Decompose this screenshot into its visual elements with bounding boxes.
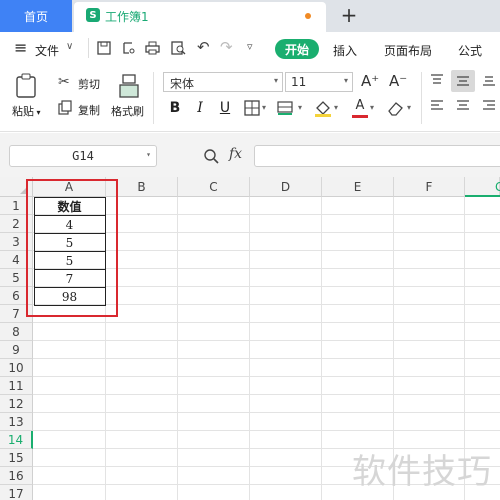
column-header-c[interactable]: C bbox=[178, 177, 250, 197]
document-name: 工作簿1 bbox=[105, 10, 149, 24]
gridline bbox=[33, 430, 500, 431]
chevron-down-icon[interactable]: ▾ bbox=[262, 103, 266, 112]
menu-file[interactable]: 文件 bbox=[35, 42, 59, 59]
underline-button[interactable]: U bbox=[215, 98, 235, 118]
print-icon[interactable] bbox=[145, 41, 160, 55]
active-column-indicator bbox=[465, 195, 500, 197]
tab-home[interactable]: 首页 bbox=[0, 0, 72, 32]
new-tab-button[interactable]: + bbox=[340, 3, 358, 27]
export-icon[interactable] bbox=[121, 41, 135, 55]
align-right-icon[interactable] bbox=[482, 100, 496, 112]
align-middle-button[interactable] bbox=[451, 70, 475, 92]
gridline bbox=[33, 376, 500, 377]
font-size-value: 11 bbox=[291, 75, 307, 89]
align-bottom-icon[interactable] bbox=[482, 74, 496, 86]
row-header[interactable]: 10 bbox=[0, 359, 33, 377]
column-header-f[interactable]: F bbox=[394, 177, 465, 197]
save-icon[interactable] bbox=[97, 41, 111, 55]
hamburger-icon[interactable]: ≡ bbox=[14, 38, 27, 57]
divider bbox=[153, 72, 154, 124]
column-header-g[interactable]: G bbox=[465, 177, 500, 197]
redo-icon[interactable]: ↷ bbox=[220, 38, 233, 56]
gridline bbox=[33, 412, 500, 413]
chevron-down-icon: ▾ bbox=[343, 76, 348, 85]
gridline bbox=[33, 340, 500, 341]
align-top-icon[interactable] bbox=[430, 74, 444, 86]
align-left-icon[interactable] bbox=[430, 100, 444, 112]
row-header[interactable]: 11 bbox=[0, 377, 33, 395]
paste-button[interactable]: 粘贴 ▾ bbox=[12, 103, 41, 119]
watermark-text: 软件技巧 bbox=[352, 452, 492, 492]
row-header[interactable]: 13 bbox=[0, 413, 33, 431]
format-painter-button[interactable]: 格式刷 bbox=[111, 103, 144, 119]
copy-icon[interactable] bbox=[58, 100, 73, 115]
highlight-annotation-rectangle bbox=[26, 179, 118, 317]
tab-page-layout[interactable]: 页面布局 bbox=[384, 42, 432, 59]
gridline bbox=[177, 197, 178, 500]
clear-format-icon[interactable] bbox=[387, 100, 405, 116]
zoom-search-icon[interactable] bbox=[203, 148, 219, 164]
chevron-down-icon[interactable]: ▾ bbox=[334, 103, 338, 112]
copy-button[interactable]: 复制 bbox=[78, 102, 100, 118]
spreadsheet-icon: S bbox=[86, 8, 100, 22]
gridline bbox=[33, 358, 500, 359]
divider bbox=[88, 38, 89, 58]
tab-insert[interactable]: 插入 bbox=[333, 42, 357, 59]
paste-dropdown-icon: ▾ bbox=[34, 108, 41, 117]
align-center-icon[interactable] bbox=[456, 100, 470, 112]
font-size-select[interactable]: 11 ▾ bbox=[285, 72, 353, 92]
row-header[interactable]: 8 bbox=[0, 323, 33, 341]
bold-button[interactable]: B bbox=[165, 98, 185, 118]
row-header[interactable]: 9 bbox=[0, 341, 33, 359]
chevron-down-icon[interactable]: ∨ bbox=[66, 41, 73, 52]
italic-button[interactable]: I bbox=[190, 98, 210, 118]
chevron-down-icon[interactable]: ▾ bbox=[407, 103, 411, 112]
fx-icon[interactable]: fx bbox=[229, 146, 242, 162]
gridline bbox=[321, 197, 322, 500]
gridline bbox=[33, 322, 500, 323]
fill-color-icon[interactable] bbox=[314, 99, 332, 117]
grow-font-button[interactable]: A⁺ bbox=[361, 72, 379, 90]
tab-formula[interactable]: 公式 bbox=[458, 42, 482, 59]
scissors-icon[interactable]: ✂ bbox=[58, 74, 70, 90]
borders-icon[interactable] bbox=[244, 100, 260, 116]
tab-home-label: 首页 bbox=[23, 9, 48, 24]
paste-icon[interactable] bbox=[15, 73, 39, 99]
column-header-e[interactable]: E bbox=[322, 177, 394, 197]
gridline bbox=[33, 394, 500, 395]
paste-label: 粘贴 bbox=[12, 105, 34, 118]
cut-button[interactable]: 剪切 bbox=[78, 76, 100, 92]
row-header[interactable]: 17 bbox=[0, 485, 33, 500]
name-box-value: G14 bbox=[72, 149, 94, 163]
row-header-active[interactable]: 14 bbox=[0, 431, 33, 449]
format-painter-icon[interactable] bbox=[118, 73, 140, 99]
undo-icon[interactable]: ↶ bbox=[197, 38, 210, 56]
formula-input[interactable] bbox=[254, 145, 500, 167]
row-header[interactable]: 12 bbox=[0, 395, 33, 413]
align-middle-icon bbox=[457, 76, 469, 86]
quick-access-dropdown-icon[interactable]: ▿ bbox=[247, 40, 253, 53]
column-header-d[interactable]: D bbox=[250, 177, 322, 197]
row-header[interactable]: 15 bbox=[0, 449, 33, 467]
tab-start[interactable]: 开始 bbox=[275, 39, 319, 59]
gridline bbox=[249, 197, 250, 500]
unsaved-dot-icon bbox=[305, 13, 311, 19]
font-color-icon[interactable]: A bbox=[352, 98, 368, 118]
chevron-down-icon[interactable]: ▾ bbox=[370, 103, 374, 112]
font-name-value: 宋体 bbox=[170, 77, 195, 91]
name-box[interactable]: G14 ▾ bbox=[9, 145, 157, 167]
row-header[interactable]: 16 bbox=[0, 467, 33, 485]
divider bbox=[421, 72, 422, 124]
chevron-down-icon: ▾ bbox=[146, 150, 151, 159]
shrink-font-button[interactable]: A⁻ bbox=[389, 72, 407, 90]
chevron-down-icon[interactable]: ▾ bbox=[298, 103, 302, 112]
print-preview-icon[interactable] bbox=[171, 41, 186, 55]
chevron-down-icon: ▾ bbox=[273, 76, 278, 85]
cell-style-icon[interactable] bbox=[277, 100, 295, 116]
font-name-select[interactable]: 宋体 ▾ bbox=[163, 72, 283, 92]
